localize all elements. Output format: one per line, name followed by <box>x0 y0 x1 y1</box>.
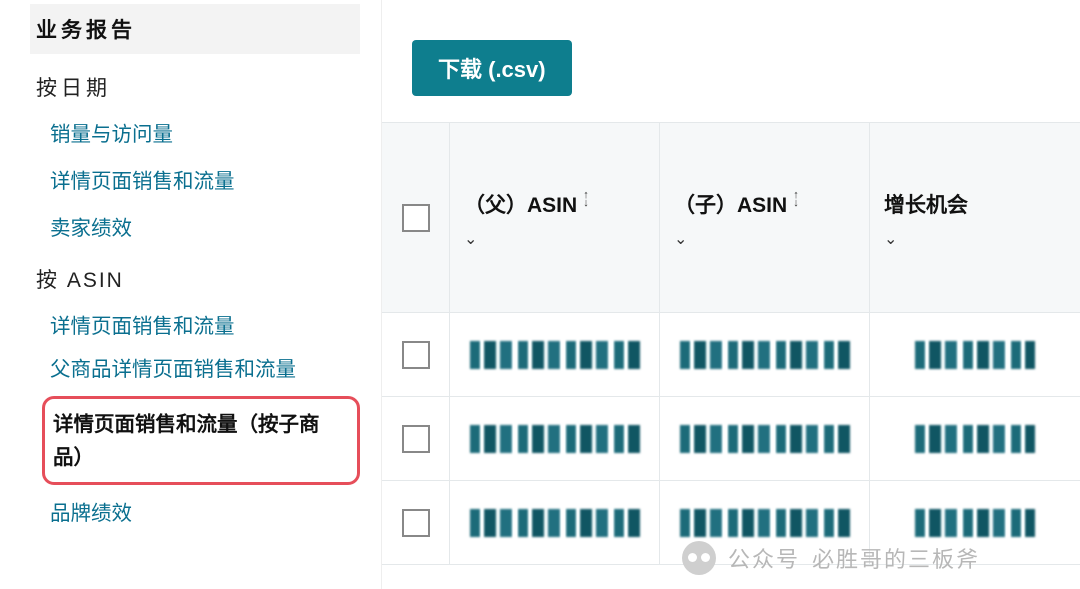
sidebar-section-business-reports: 业务报告 <box>30 4 360 54</box>
sidebar-item-detail-page-sales-traffic[interactable]: 详情页面销售和流量 <box>30 153 340 200</box>
table-header-checkbox-cell <box>382 123 450 312</box>
redacted-value <box>680 425 850 453</box>
column-header-parent-asin[interactable]: （父）ASIN ↑↓ ⌄ <box>450 123 660 312</box>
report-table: （父）ASIN ↑↓ ⌄ （子）ASIN ↑↓ ⌄ <box>382 122 1080 565</box>
table-row <box>382 481 1080 565</box>
row-checkbox[interactable] <box>402 509 430 537</box>
chevron-down-icon[interactable]: ⌄ <box>674 231 687 248</box>
row-checkbox[interactable] <box>402 425 430 453</box>
main-content: 下载 (.csv) （父）ASIN ↑↓ ⌄ <box>382 0 1080 589</box>
sidebar-item-child-asin-detail-sales-traffic-highlight: 详情页面销售和流量（按子商品） <box>42 396 360 486</box>
redacted-value <box>915 509 1035 537</box>
redacted-value <box>470 425 640 453</box>
sidebar-item-parent-asin-detail-sales-traffic[interactable]: 父商品详情页面销售和流量 <box>30 345 340 388</box>
sidebar-group-by-date: 按日期 <box>30 54 381 106</box>
table-header-row: （父）ASIN ↑↓ ⌄ （子）ASIN ↑↓ ⌄ <box>382 123 1080 313</box>
chevron-down-icon[interactable]: ⌄ <box>884 231 897 248</box>
sidebar-group-by-asin: 按 ASIN <box>30 246 381 298</box>
sidebar: 业务报告 按日期 销量与访问量 详情页面销售和流量 卖家绩效 按 ASIN 详情… <box>0 0 382 589</box>
chevron-down-icon[interactable]: ⌄ <box>464 231 477 248</box>
sidebar-item-child-asin-detail-sales-traffic[interactable]: 详情页面销售和流量（按子商品） <box>53 409 349 475</box>
sidebar-item-sales-and-traffic[interactable]: 销量与访问量 <box>30 106 340 153</box>
select-all-checkbox[interactable] <box>402 204 430 232</box>
sidebar-item-brand-performance[interactable]: 品牌绩效 <box>30 485 340 532</box>
column-header-growth-opportunity[interactable]: 增长机会 ⌄ <box>870 123 1080 312</box>
column-header-growth-label: 增长机会 <box>884 189 968 219</box>
table-row <box>382 397 1080 481</box>
redacted-value <box>915 341 1035 369</box>
sort-icon[interactable]: ↑↓ <box>793 191 799 207</box>
table-row <box>382 313 1080 397</box>
download-csv-button[interactable]: 下载 (.csv) <box>412 40 572 96</box>
sidebar-item-seller-performance[interactable]: 卖家绩效 <box>30 200 340 247</box>
redacted-value <box>680 341 850 369</box>
redacted-value <box>915 425 1035 453</box>
redacted-value <box>470 509 640 537</box>
column-header-child-asin-label: （子）ASIN <box>674 189 787 219</box>
redacted-value <box>680 509 850 537</box>
column-header-parent-asin-label: （父）ASIN <box>464 189 577 219</box>
sort-icon[interactable]: ↑↓ <box>583 191 589 207</box>
column-header-child-asin[interactable]: （子）ASIN ↑↓ ⌄ <box>660 123 870 312</box>
sidebar-item-asin-detail-sales-traffic[interactable]: 详情页面销售和流量 <box>30 298 340 345</box>
toolbar: 下载 (.csv) <box>382 0 1080 116</box>
redacted-value <box>470 341 640 369</box>
row-checkbox[interactable] <box>402 341 430 369</box>
